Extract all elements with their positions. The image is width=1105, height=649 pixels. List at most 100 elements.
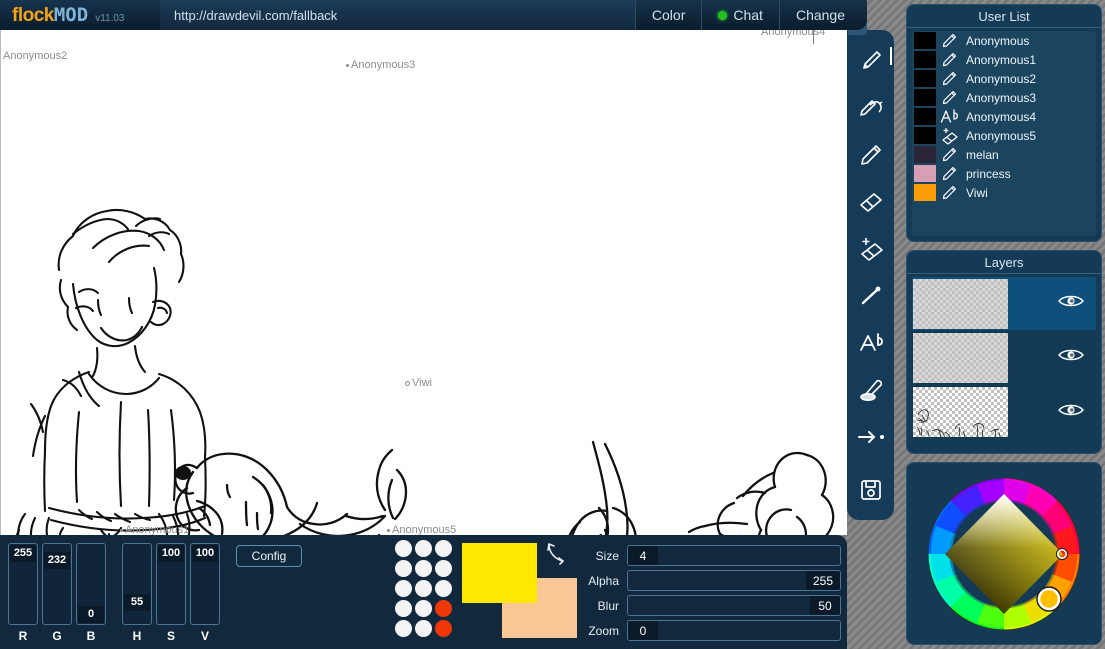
alpha-slider[interactable]: 255 (627, 570, 841, 591)
layer-thumb-art (916, 409, 1001, 437)
palette-swatch[interactable] (435, 580, 452, 597)
chat-button-label: Chat (733, 7, 763, 23)
drawing-canvas[interactable]: Anonymous2 Anonymous3 Anonymous4 Viwi An… (0, 30, 847, 535)
change-button[interactable]: Change (778, 0, 867, 30)
slider-v-track[interactable]: 100 (190, 543, 220, 625)
palette-swatch[interactable] (395, 620, 412, 637)
user-list-item[interactable]: Anonymous5 (912, 126, 1096, 145)
layer-row[interactable] (912, 331, 1096, 385)
config-button-label: Config (251, 549, 287, 563)
zoom-label: Zoom (588, 623, 619, 638)
brush-size-indicator (889, 47, 892, 65)
layer-row[interactable] (912, 385, 1096, 439)
zoom-slider[interactable]: 0 (627, 620, 841, 641)
eye-icon[interactable] (1058, 347, 1084, 368)
slider-g[interactable]: 232 G (42, 543, 72, 643)
slider-g-value: 232 (44, 552, 70, 569)
url-bar[interactable]: http://drawdevil.com/fallback (160, 0, 635, 30)
slider-b[interactable]: 0 B (76, 543, 106, 643)
save-tool[interactable] (851, 471, 891, 509)
swap-arrow-icon[interactable] (544, 540, 570, 571)
tool-strip (847, 30, 894, 520)
text-tool[interactable] (851, 324, 891, 362)
layers-panel: Layers (906, 250, 1102, 454)
palette-swatch[interactable] (435, 540, 452, 557)
user-name: Anonymous5 (966, 128, 1037, 143)
alpha-value: 255 (805, 571, 840, 590)
brush-tool[interactable] (851, 42, 892, 80)
layer-thumbnail[interactable] (913, 387, 1008, 437)
slider-b-track[interactable]: 0 (76, 543, 106, 625)
pencil-tool[interactable] (851, 136, 891, 174)
config-button[interactable]: Config (236, 545, 302, 567)
slider-g-label: G (52, 629, 62, 643)
move-tool[interactable] (851, 418, 891, 456)
slider-h[interactable]: 55 H (122, 543, 152, 643)
eye-icon[interactable] (1058, 293, 1084, 314)
user-list-item[interactable]: Anonymous (912, 31, 1096, 50)
eye-icon[interactable] (1058, 402, 1084, 423)
palette-swatch[interactable] (415, 620, 432, 637)
main-window: flock MOD v11.03 http://drawdevil.com/fal… (0, 0, 907, 649)
color-wheel[interactable] (917, 468, 1092, 640)
slider-b-value: 0 (78, 606, 104, 623)
palette-swatch[interactable] (395, 600, 412, 617)
slider-h-track[interactable]: 55 (122, 543, 152, 625)
slider-v[interactable]: 100 V (190, 543, 220, 643)
user-list-item[interactable]: Anonymous1 (912, 50, 1096, 69)
magic-eraser-tool[interactable] (851, 230, 891, 268)
slider-r[interactable]: 255 R (8, 543, 38, 643)
user-color-swatch (914, 146, 936, 163)
palette-swatch[interactable] (435, 600, 452, 617)
blur-slider[interactable]: 50 (627, 595, 841, 616)
alpha-label: Alpha (588, 573, 619, 588)
user-list-item[interactable]: Anonymous4 (912, 107, 1096, 126)
user-color-swatch (914, 127, 936, 144)
user-list-item[interactable]: princess (912, 164, 1096, 183)
slider-r-track[interactable]: 255 (8, 543, 38, 625)
palette-swatch[interactable] (415, 600, 432, 617)
primary-color-swatch[interactable] (462, 543, 537, 603)
eraser-tool[interactable] (851, 183, 891, 221)
chat-button[interactable]: Chat (701, 0, 779, 30)
logo-flock-text: flock (12, 5, 54, 26)
slider-s-label: S (166, 629, 175, 643)
palette-swatch[interactable] (415, 540, 432, 557)
brush-parameter-fields: Size 4 Alpha 255 Blur 50 Zoom 0 (583, 545, 841, 645)
palette-swatch[interactable] (415, 580, 432, 597)
eyedropper-tool[interactable] (851, 371, 891, 409)
logo-mod-text: MOD (53, 4, 89, 26)
layer-thumbnail[interactable] (913, 332, 1008, 383)
slider-b-label: B (86, 629, 96, 643)
user-list-item[interactable]: Viwi (912, 183, 1096, 202)
user-list-item[interactable]: Anonymous3 (912, 88, 1096, 107)
palette-swatch[interactable] (435, 560, 452, 577)
color-button[interactable]: Color (634, 0, 701, 30)
pencil-icon (936, 51, 962, 68)
pencil-icon (936, 89, 962, 106)
layer-thumbnail[interactable] (913, 278, 1008, 329)
palette-swatch[interactable] (395, 580, 412, 597)
layer-row[interactable] (912, 277, 1096, 331)
user-list-item[interactable]: Anonymous2 (912, 69, 1096, 88)
size-slider[interactable]: 4 (627, 545, 841, 566)
change-button-label: Change (795, 7, 845, 23)
canvas-artwork (16, 208, 835, 535)
slider-g-track[interactable]: 232 (42, 543, 72, 625)
active-color-swatches (462, 543, 582, 643)
palette-swatch[interactable] (435, 620, 452, 637)
color-wheel-body (912, 468, 1096, 639)
slider-s-track[interactable]: 100 (156, 543, 186, 625)
line-tool[interactable] (851, 277, 891, 315)
palette-swatch[interactable] (415, 560, 432, 577)
user-name: princess (966, 166, 1011, 181)
user-name: Anonymous4 (966, 109, 1037, 124)
hue-marker[interactable] (1037, 587, 1060, 610)
curve-tool[interactable] (851, 89, 891, 127)
slider-s[interactable]: 100 S (156, 543, 186, 643)
palette-swatch[interactable] (395, 560, 412, 577)
user-list-title: User List (907, 5, 1101, 28)
user-list-body: Anonymous Anonymous1 Anonymous2 Anonymou… (912, 31, 1096, 236)
user-list-item[interactable]: melan (912, 145, 1096, 164)
palette-swatch[interactable] (395, 540, 412, 557)
